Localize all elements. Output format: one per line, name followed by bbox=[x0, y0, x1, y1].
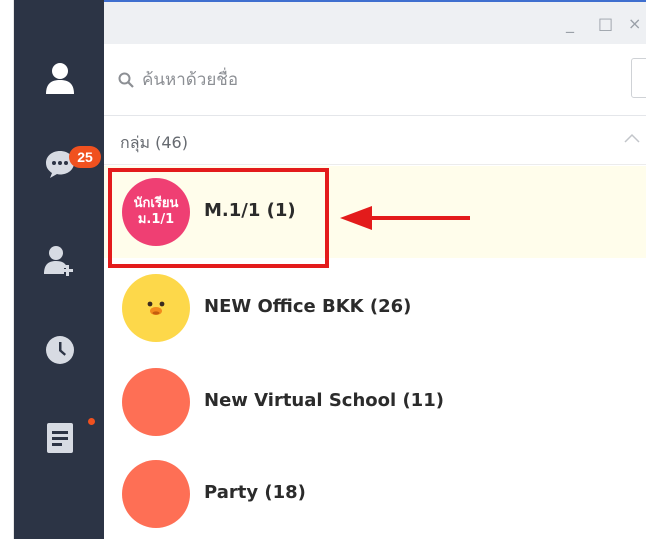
group-name: New Virtual School (11) bbox=[204, 390, 444, 411]
group-name: NEW Office BKK (26) bbox=[204, 296, 412, 317]
main-panel: _ □ × กลุ่ม (46) นักเรียน ม.1/1 bbox=[104, 0, 646, 539]
group-name: Party (18) bbox=[204, 482, 306, 503]
annotation-highlight-box bbox=[108, 168, 329, 268]
sidebar-item-add-friend[interactable] bbox=[38, 238, 82, 282]
minimize-button[interactable]: _ bbox=[566, 16, 574, 32]
sidebar: 25 bbox=[14, 0, 104, 539]
person-icon bbox=[46, 63, 74, 94]
close-button[interactable]: × bbox=[628, 16, 641, 32]
search-icon bbox=[118, 72, 134, 88]
search-options-button[interactable] bbox=[631, 58, 646, 98]
chevron-up-icon[interactable] bbox=[624, 133, 640, 143]
sidebar-item-profile[interactable] bbox=[38, 56, 82, 100]
sidebar-item-notes[interactable] bbox=[38, 416, 82, 460]
title-bar: _ □ × bbox=[104, 0, 646, 44]
group-item-party[interactable]: Party (18) bbox=[104, 448, 646, 539]
groups-section-title: กลุ่ม (46) bbox=[120, 133, 188, 152]
group-avatar bbox=[122, 460, 190, 528]
sidebar-item-timeline[interactable] bbox=[38, 328, 82, 372]
notes-notification-dot bbox=[88, 418, 95, 425]
search-input[interactable] bbox=[142, 64, 622, 96]
group-item-new-virtual-school[interactable]: New Virtual School (11) bbox=[104, 356, 646, 448]
add-friend-icon bbox=[44, 246, 73, 276]
annotation-arrow-icon bbox=[340, 206, 470, 230]
groups-section-header[interactable]: กลุ่ม (46) bbox=[104, 117, 646, 165]
group-avatar bbox=[122, 274, 190, 342]
unread-badge: 25 bbox=[69, 146, 101, 168]
window-left-edge bbox=[0, 0, 14, 539]
app-window: 25 _ □ × ค้นหาด้วยชื่อ กลุ่ม (46) นักเรี… bbox=[0, 0, 646, 539]
note-icon bbox=[47, 423, 73, 453]
search-bar bbox=[104, 44, 646, 116]
duck-icon bbox=[147, 301, 165, 315]
clock-icon bbox=[46, 336, 74, 364]
maximize-button[interactable]: □ bbox=[598, 16, 613, 32]
group-item-new-office-bkk[interactable]: NEW Office BKK (26) bbox=[104, 262, 646, 354]
group-avatar bbox=[122, 368, 190, 436]
